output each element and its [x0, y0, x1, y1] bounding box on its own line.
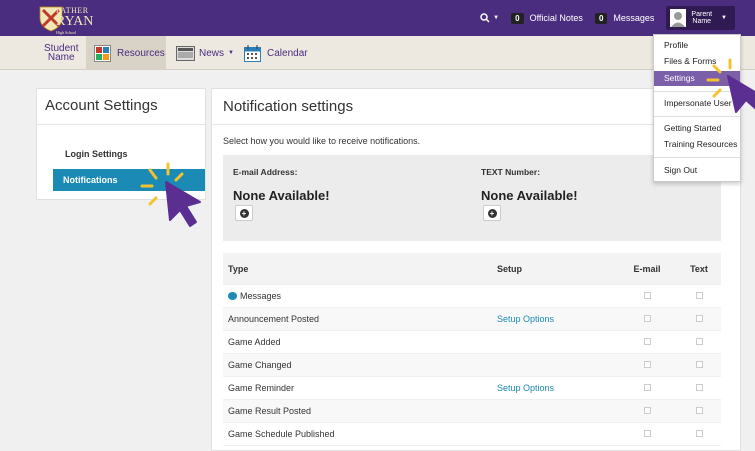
text-checkbox[interactable]: [695, 315, 703, 322]
menu-item-sign-out[interactable]: Sign Out: [654, 163, 740, 178]
email-label: E-mail Address:: [233, 167, 298, 177]
page-subtitle: Select how you would like to receive not…: [223, 136, 421, 146]
add-email-button[interactable]: +: [235, 205, 253, 221]
menu-item-profile[interactable]: Profile: [654, 38, 740, 53]
messages-count: 0: [594, 12, 608, 24]
pointer-cursor-icon: [706, 58, 755, 113]
menu-divider: [654, 157, 740, 158]
top-bar: FATHER RYAN High School ▼ 0 Official Not…: [0, 0, 755, 36]
messages-link[interactable]: Messages: [613, 13, 654, 23]
text-checkbox[interactable]: [695, 361, 703, 368]
add-text-number-button[interactable]: +: [483, 205, 501, 221]
pointer-cursor-icon: [140, 162, 201, 227]
email-checkbox[interactable]: [643, 292, 651, 299]
text-checkbox[interactable]: [695, 430, 703, 437]
email-checkbox[interactable]: [643, 407, 651, 414]
email-checkbox[interactable]: [643, 384, 651, 391]
nav-news[interactable]: News ▼: [176, 36, 234, 70]
table-row: Game Schedule Published: [223, 423, 721, 446]
nav-resources[interactable]: Resources: [86, 36, 166, 70]
account-settings-title: Account Settings: [37, 89, 205, 125]
news-icon: [176, 45, 195, 61]
text-number-value: None Available!: [481, 188, 578, 203]
notification-table: Type Setup E-mail Text Messages Announce…: [223, 253, 721, 446]
search-button[interactable]: ▼: [480, 13, 499, 23]
calendar-icon: [244, 44, 261, 62]
table-row: Announcement Posted Setup Options: [223, 308, 721, 331]
setup-options-link[interactable]: Setup Options: [497, 314, 617, 324]
chevron-down-icon: ▼: [493, 15, 500, 21]
table-row: Game Added: [223, 331, 721, 354]
message-bubble-icon: [228, 292, 237, 300]
table-row: Messages: [223, 285, 721, 308]
email-checkbox[interactable]: [643, 430, 651, 437]
search-icon: [480, 13, 490, 23]
nav-calendar[interactable]: Calendar: [244, 36, 308, 70]
text-checkbox[interactable]: [695, 407, 703, 414]
text-checkbox[interactable]: [695, 384, 703, 391]
official-notes-link[interactable]: Official Notes: [530, 13, 583, 23]
email-value: None Available!: [233, 188, 330, 203]
plus-icon: +: [239, 208, 249, 218]
email-checkbox[interactable]: [643, 361, 651, 368]
menu-item-getting-started[interactable]: Getting Started: [654, 121, 740, 136]
email-checkbox[interactable]: [643, 338, 651, 345]
plus-icon: +: [487, 208, 497, 218]
text-checkbox[interactable]: [695, 292, 703, 299]
user-name: Parent Name: [691, 11, 713, 25]
chevron-down-icon: ▼: [721, 15, 727, 21]
login-settings-link[interactable]: Login Settings: [65, 149, 128, 159]
setup-options-link[interactable]: Setup Options: [497, 383, 617, 393]
email-checkbox[interactable]: [643, 315, 651, 322]
nav-student-name[interactable]: Student Name: [44, 44, 78, 63]
menu-item-training-resources[interactable]: Training Resources: [654, 137, 740, 152]
table-row: Game Reminder Setup Options: [223, 377, 721, 400]
nav-bar: Student Name Resources News ▼ Calendar: [0, 36, 755, 70]
table-row: Game Result Posted: [223, 400, 721, 423]
official-notes-count: 0: [511, 12, 524, 24]
user-menu-button[interactable]: Parent Name ▼: [666, 6, 735, 30]
text-checkbox[interactable]: [695, 338, 703, 345]
resources-icon: [94, 44, 111, 62]
menu-divider: [654, 116, 740, 117]
contact-box: E-mail Address: None Available! + TEXT N…: [223, 155, 721, 241]
chevron-down-icon: ▼: [228, 50, 234, 56]
table-row: Game Changed: [223, 354, 721, 377]
text-number-label: TEXT Number:: [481, 167, 541, 177]
table-header: Type Setup E-mail Text: [223, 253, 721, 285]
avatar: [670, 9, 687, 27]
school-name: FATHER RYAN High School: [56, 6, 94, 35]
